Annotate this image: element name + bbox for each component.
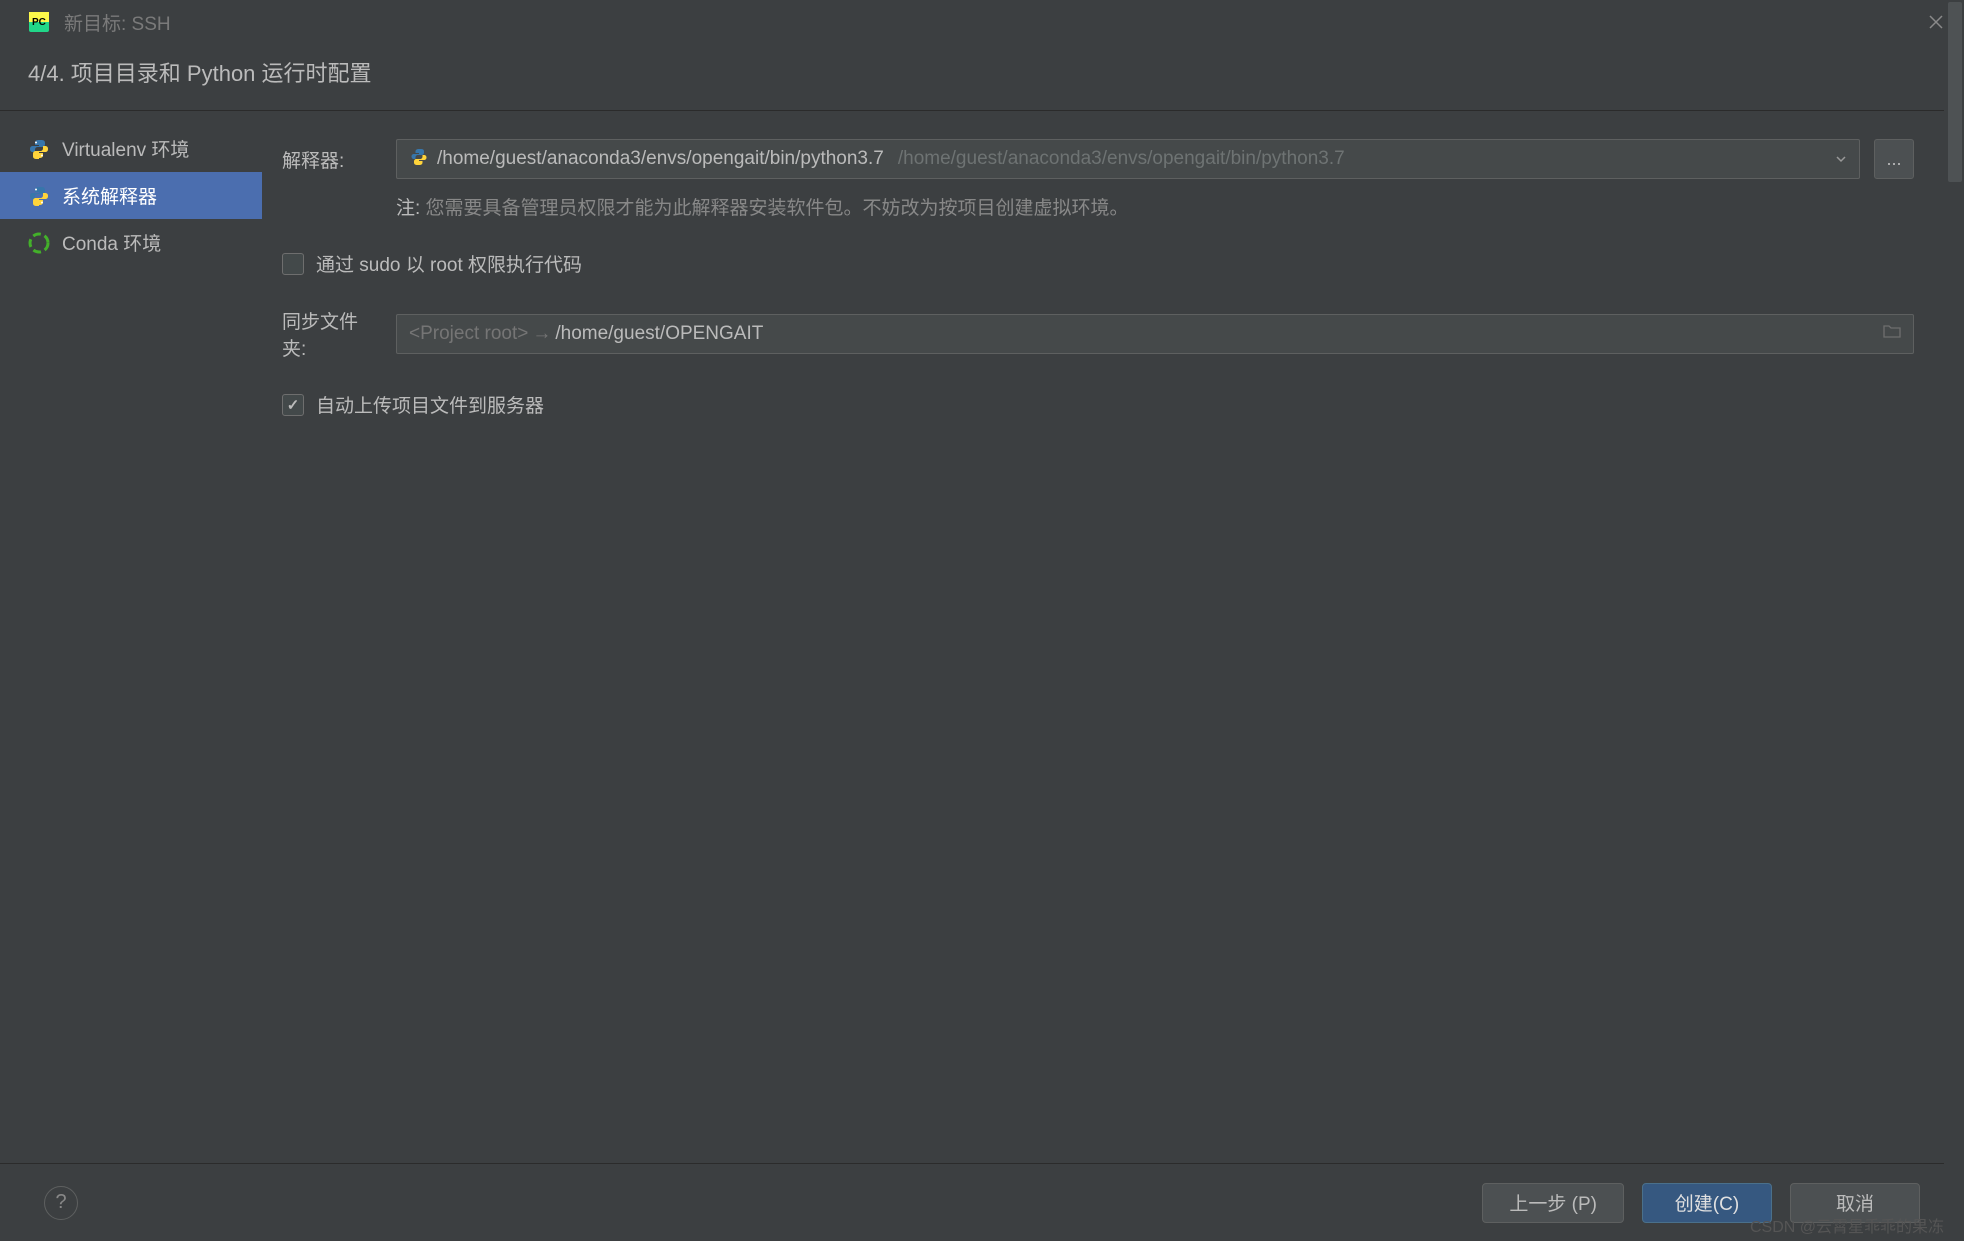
main-panel: 解释器: /home/guest/anaconda3/envs/opengait… [262, 111, 1964, 1172]
scrollbar[interactable] [1944, 0, 1964, 1241]
interpreter-label: 解释器: [282, 146, 382, 173]
arrow-right-icon: → [532, 323, 551, 345]
browse-button[interactable]: ... [1874, 139, 1914, 179]
sidebar-item-conda[interactable]: Conda 环境 [0, 219, 262, 266]
previous-button[interactable]: 上一步 (P) [1482, 1183, 1624, 1223]
sidebar-item-label: Conda 环境 [62, 229, 161, 256]
window-title: 新目标: SSH [64, 9, 171, 36]
sync-path: /home/guest/OPENGAIT [555, 323, 763, 345]
watermark: CSDN @云霄星乖乖的果冻 [1750, 1213, 1944, 1237]
step-header: 4/4. 项目目录和 Python 运行时配置 [0, 44, 1964, 111]
sync-folder-field[interactable]: <Project root> → /home/guest/OPENGAIT [396, 314, 1914, 354]
sidebar-item-label: 系统解释器 [62, 182, 157, 209]
python-icon [28, 138, 50, 160]
auto-upload-label: 自动上传项目文件到服务器 [316, 391, 544, 418]
python-icon [28, 185, 50, 207]
interpreter-row: 解释器: /home/guest/anaconda3/envs/opengait… [282, 139, 1914, 179]
pycharm-icon: PC [28, 11, 50, 33]
titlebar-left: PC 新目标: SSH [28, 9, 171, 36]
titlebar: PC 新目标: SSH [0, 0, 1964, 44]
auto-upload-checkbox[interactable] [282, 394, 304, 416]
interpreter-note: 注: 您需要具备管理员权限才能为此解释器安装软件包。不妨改为按项目创建虚拟环境。 [282, 193, 1914, 220]
sync-prefix: <Project root> [409, 323, 528, 345]
sidebar-item-virtualenv[interactable]: Virtualenv 环境 [0, 125, 262, 172]
sidebar: Virtualenv 环境 系统解释器 Conda 环境 [0, 111, 262, 1172]
help-button[interactable]: ? [44, 1186, 78, 1220]
conda-icon [28, 232, 50, 254]
sudo-checkbox-label: 通过 sudo 以 root 权限执行代码 [316, 250, 582, 277]
interpreter-dropdown[interactable]: /home/guest/anaconda3/envs/opengait/bin/… [396, 139, 1860, 179]
close-icon[interactable] [1928, 14, 1944, 30]
auto-upload-checkbox-row[interactable]: 自动上传项目文件到服务器 [282, 391, 1914, 418]
sync-folder-row: 同步文件夹: <Project root> → /home/guest/OPEN… [282, 307, 1914, 361]
sudo-checkbox[interactable] [282, 253, 304, 275]
chevron-down-icon [1835, 149, 1847, 170]
svg-text:PC: PC [32, 17, 46, 28]
note-prefix: 注: [396, 198, 420, 219]
python-icon [409, 147, 429, 172]
interpreter-path: /home/guest/anaconda3/envs/opengait/bin/… [437, 148, 884, 170]
interpreter-hint: /home/guest/anaconda3/envs/opengait/bin/… [898, 148, 1345, 170]
sidebar-item-system[interactable]: 系统解释器 [0, 172, 262, 219]
footer: ? 上一步 (P) 创建(C) 取消 [0, 1163, 1964, 1241]
sudo-checkbox-row[interactable]: 通过 sudo 以 root 权限执行代码 [282, 250, 1914, 277]
sidebar-item-label: Virtualenv 环境 [62, 135, 189, 162]
scrollbar-thumb[interactable] [1948, 2, 1962, 182]
note-text: 您需要具备管理员权限才能为此解释器安装软件包。不妨改为按项目创建虚拟环境。 [420, 198, 1128, 219]
content-area: Virtualenv 环境 系统解释器 Conda 环境 解释器: /home/… [0, 111, 1964, 1172]
folder-icon[interactable] [1883, 323, 1901, 345]
sync-label: 同步文件夹: [282, 307, 382, 361]
